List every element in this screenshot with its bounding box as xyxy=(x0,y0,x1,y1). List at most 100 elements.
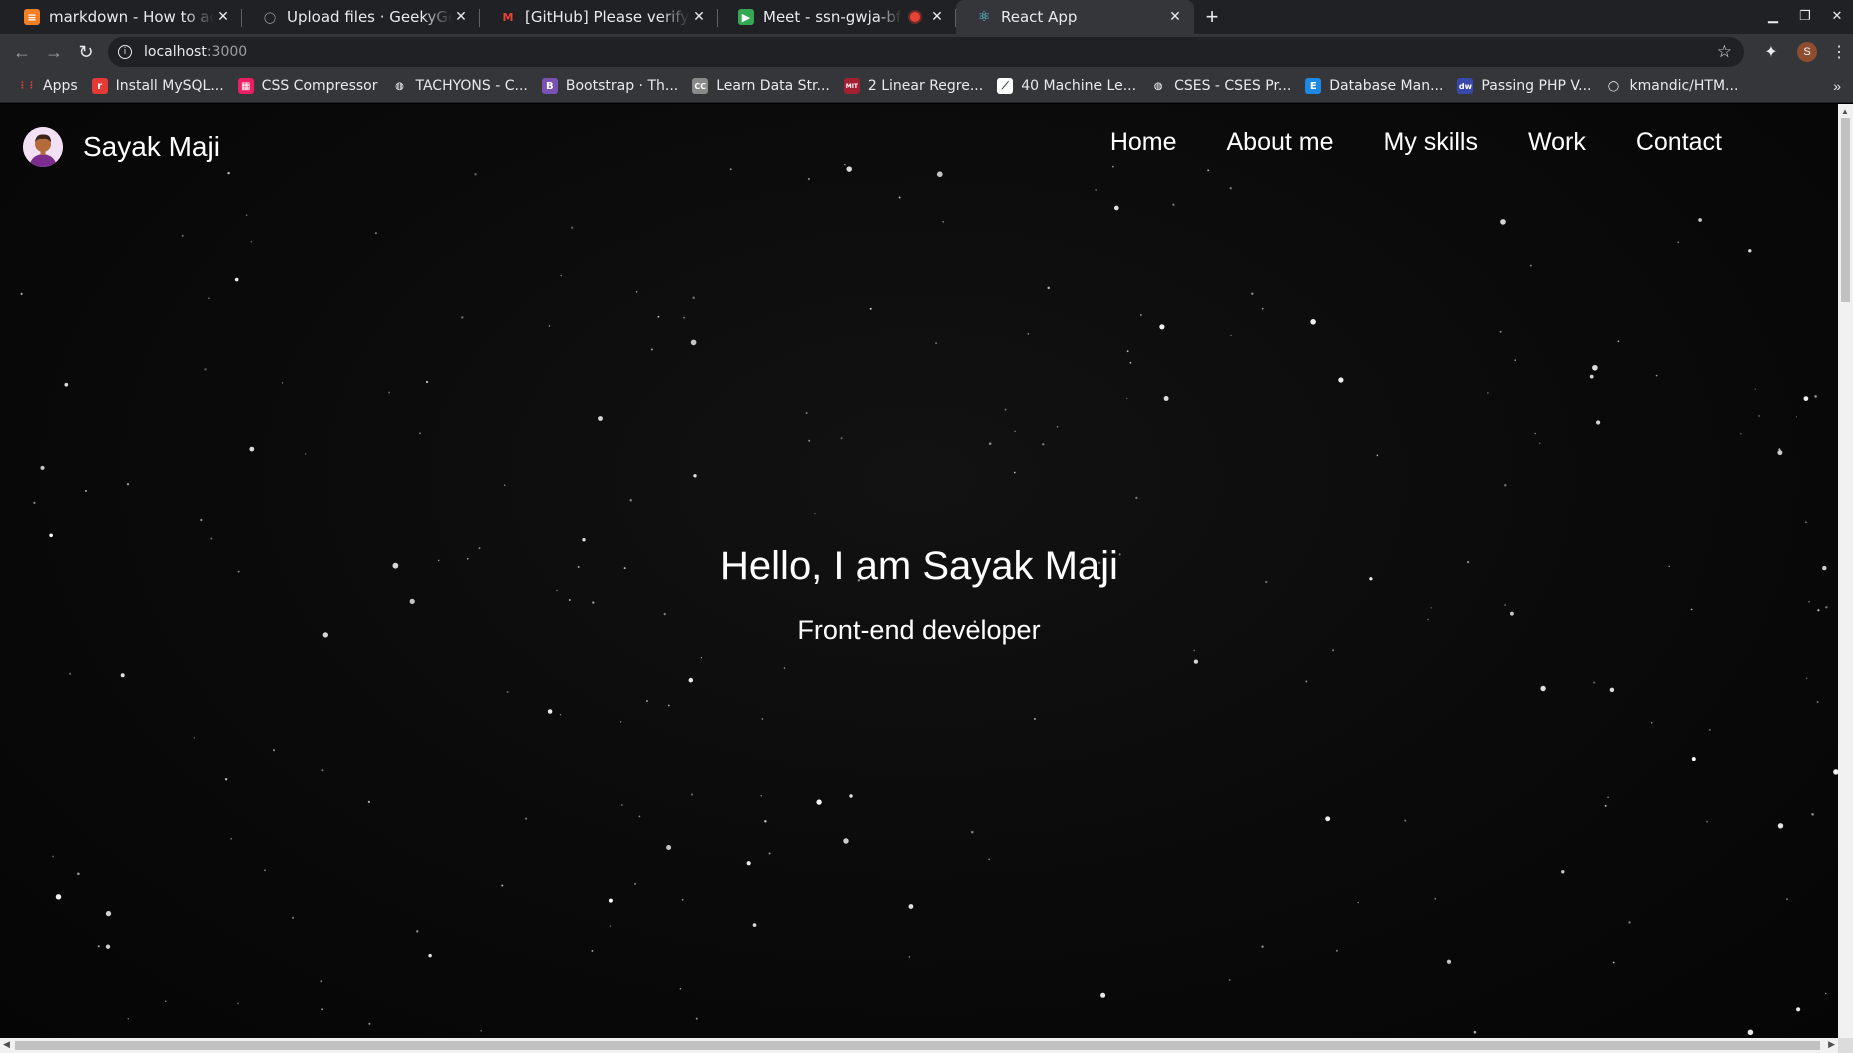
scroll-right-icon[interactable]: ▶ xyxy=(1828,1039,1835,1050)
address-bar[interactable]: i localhost:3000 ☆ xyxy=(108,37,1744,67)
restore-icon[interactable]: ❐ xyxy=(1789,0,1821,32)
star-dot xyxy=(683,316,686,319)
star-dot xyxy=(1747,1029,1754,1036)
profile-avatar[interactable]: S xyxy=(1797,42,1817,62)
star-dot xyxy=(634,882,637,886)
star-dot xyxy=(1338,377,1344,383)
star-dot xyxy=(1228,978,1231,982)
star-dot xyxy=(77,872,80,876)
cc-icon: CC xyxy=(692,78,709,94)
close-tab-icon[interactable]: ✕ xyxy=(452,8,470,26)
extensions-icon[interactable]: ✦ xyxy=(1753,42,1789,62)
browser-menu-icon[interactable]: ⋮ xyxy=(1825,42,1853,62)
star-dot xyxy=(1404,819,1407,822)
bookmark-label: TACHYONS - C... xyxy=(415,78,528,94)
brand[interactable]: Sayak Maji xyxy=(23,127,220,167)
bookmark-item[interactable]: dw Passing PHP V... xyxy=(1450,72,1598,100)
browser-tab[interactable]: ≡ markdown - How to add images✕ xyxy=(4,0,242,34)
star-dot xyxy=(1172,203,1175,206)
nav-home-link[interactable]: Home xyxy=(1110,128,1177,157)
globe-icon: ◍ xyxy=(391,78,408,94)
horizontal-scroll-thumb[interactable] xyxy=(15,1041,1820,1050)
star-dot xyxy=(208,297,210,300)
star-dot xyxy=(1047,286,1050,290)
browser-tab[interactable]: ▶ Meet - ssn-gwja-bfs ✕ xyxy=(718,0,956,34)
star-dot xyxy=(321,1008,324,1011)
bootstrap-icon: B xyxy=(541,78,558,94)
star-dot xyxy=(1325,816,1331,822)
more-bookmarks-icon[interactable]: » xyxy=(1833,78,1841,94)
bookmark-item[interactable]: r Install MySQL... xyxy=(85,72,231,100)
bookmark-item[interactable]: MIT 2 Linear Regre... xyxy=(837,72,990,100)
star-dot xyxy=(1004,408,1007,411)
star-dot xyxy=(237,1002,239,1005)
bookmark-item[interactable]: ◍ TACHYONS - C... xyxy=(385,72,535,100)
star-dot xyxy=(693,474,697,478)
bookmark-item[interactable]: ▦ CSS Compressor xyxy=(231,72,385,100)
nav-about-link[interactable]: About me xyxy=(1227,128,1334,157)
star-dot xyxy=(1129,361,1132,364)
star-dot xyxy=(1335,949,1338,952)
chart-icon: ⟋ xyxy=(997,78,1014,94)
forward-icon[interactable]: → xyxy=(38,36,70,68)
star-dot xyxy=(1628,921,1631,924)
bookmark-list: ⋮⋮ Apps r Install MySQL... ▦ CSS Compressor ◍ T… xyxy=(12,72,1745,100)
bookmark-label: 2 Linear Regre... xyxy=(867,78,984,94)
hero-title: Hello, I am Sayak Maji xyxy=(720,544,1118,588)
bookmark-item[interactable]: ⟋ 40 Machine Le... xyxy=(990,72,1143,100)
bookmark-item[interactable]: ◯ kmandic/HTM... xyxy=(1599,72,1746,100)
bookmark-item[interactable]: ◍ CSES - CSES Pr... xyxy=(1143,72,1298,100)
star-dot xyxy=(1740,433,1742,435)
minimize-icon[interactable]: ▁ xyxy=(1757,0,1789,32)
star-dot xyxy=(768,852,771,855)
star-dot xyxy=(230,837,233,840)
star-dot xyxy=(843,838,849,844)
scroll-left-icon[interactable]: ◀ xyxy=(3,1039,10,1050)
browser-tab[interactable]: M [GitHub] Please verify your✕ xyxy=(480,0,718,34)
star-dot xyxy=(1786,898,1788,900)
reload-icon[interactable]: ↻ xyxy=(70,36,102,68)
star-dot xyxy=(1534,432,1536,435)
bookmark-item[interactable]: E Database Man... xyxy=(1298,72,1450,100)
star-dot xyxy=(1805,521,1807,523)
vertical-scroll-thumb[interactable] xyxy=(1841,118,1850,302)
close-tab-icon[interactable]: ✕ xyxy=(1166,8,1184,26)
nav-skills-link[interactable]: My skills xyxy=(1384,128,1478,157)
star-dot xyxy=(1159,324,1165,330)
star-dot xyxy=(620,721,622,723)
nav-contact-link[interactable]: Contact xyxy=(1636,128,1722,157)
horizontal-scrollbar[interactable]: ◀ ▶ xyxy=(0,1038,1838,1053)
star-dot xyxy=(1778,448,1781,451)
scrollbar-corner xyxy=(1838,1038,1853,1053)
site-info-icon[interactable]: i xyxy=(118,45,132,59)
back-icon[interactable]: ← xyxy=(6,36,38,68)
new-tab-button[interactable]: + xyxy=(1194,0,1230,34)
scroll-up-icon[interactable]: ▲ xyxy=(1841,107,1849,116)
star-dot xyxy=(1777,450,1783,456)
close-tab-icon[interactable]: ✕ xyxy=(928,8,946,26)
browser-tab[interactable]: ⚛ React App ✕ xyxy=(956,0,1194,34)
star-dot xyxy=(224,778,228,781)
nav-work-link[interactable]: Work xyxy=(1528,128,1586,157)
bookmarks-bar: ⋮⋮ Apps r Install MySQL... ▦ CSS Compressor ◍ T… xyxy=(0,70,1853,103)
star-dot xyxy=(746,861,751,866)
star-dot xyxy=(1529,264,1532,267)
star-dot xyxy=(608,898,613,903)
star-dot xyxy=(367,800,371,804)
stackoverflow-icon: ≡ xyxy=(24,9,40,25)
close-tab-icon[interactable]: ✕ xyxy=(214,8,232,26)
star-dot xyxy=(1796,1007,1801,1012)
bookmark-item[interactable]: CC Learn Data Str... xyxy=(685,72,837,100)
bookmark-item[interactable]: B Bootstrap · Th... xyxy=(535,72,685,100)
bookmark-item[interactable]: ⋮⋮ Apps xyxy=(12,72,85,100)
star-dot xyxy=(1650,721,1653,724)
vertical-scrollbar[interactable]: ▲ xyxy=(1838,104,1853,1038)
address-host: localhost xyxy=(144,44,207,60)
close-window-icon[interactable]: ✕ xyxy=(1821,0,1853,32)
star-dot xyxy=(942,221,944,223)
star-dot xyxy=(898,196,901,199)
bookmark-star-icon[interactable]: ☆ xyxy=(1717,42,1732,62)
close-tab-icon[interactable]: ✕ xyxy=(690,8,708,26)
browser-tab[interactable]: ◯ Upload files · GeekyGeek3✕ xyxy=(242,0,480,34)
globe-icon: ◍ xyxy=(1150,78,1167,94)
